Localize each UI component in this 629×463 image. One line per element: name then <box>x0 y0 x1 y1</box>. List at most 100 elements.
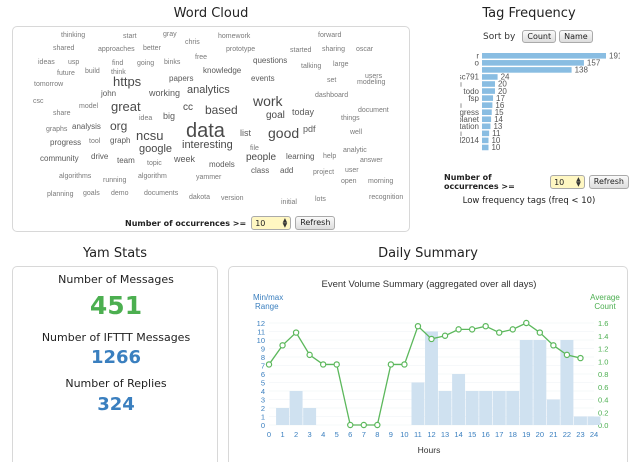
word-cloud-word[interactable]: data <box>186 121 225 141</box>
tag-name[interactable]: kdd2014 <box>460 136 480 145</box>
word-cloud-word[interactable]: org <box>110 120 127 132</box>
word-cloud-word[interactable]: morning <box>368 178 393 185</box>
word-cloud-word[interactable]: lots <box>315 196 326 203</box>
word-cloud-word[interactable]: open <box>341 178 357 185</box>
average-count-point[interactable] <box>523 319 530 327</box>
word-cloud-word[interactable]: people <box>246 153 276 163</box>
word-cloud-word[interactable]: algorithms <box>59 173 91 180</box>
average-count-point[interactable] <box>577 354 584 362</box>
word-cloud-word[interactable]: initial <box>281 199 297 206</box>
tag-bar[interactable] <box>482 88 495 94</box>
tag-bar[interactable] <box>482 81 495 87</box>
word-cloud-word[interactable]: progress <box>50 139 81 147</box>
word-cloud-word[interactable]: add <box>280 167 293 175</box>
word-cloud-word[interactable]: modeling <box>357 79 385 86</box>
word-cloud-word[interactable]: model <box>79 103 98 110</box>
wc-refresh-button[interactable]: Refresh <box>295 216 336 230</box>
word-cloud-word[interactable]: find <box>112 60 123 67</box>
tag-bar[interactable] <box>482 144 489 151</box>
average-count-point[interactable] <box>496 329 503 336</box>
word-cloud-word[interactable]: future <box>57 70 75 77</box>
word-cloud-word[interactable]: build <box>85 68 100 75</box>
tag-bar[interactable] <box>482 95 494 101</box>
word-cloud-word[interactable]: pdf <box>303 125 316 134</box>
word-cloud-word[interactable]: started <box>290 47 311 54</box>
average-count-point[interactable] <box>455 326 462 333</box>
average-count-point[interactable] <box>279 342 286 349</box>
word-cloud-word[interactable]: csc <box>33 98 44 105</box>
tag-name[interactable]: csc791 <box>460 73 480 82</box>
word-cloud-word[interactable]: list <box>240 129 251 138</box>
spin-down-icon[interactable]: ▼ <box>283 223 288 229</box>
average-count-point[interactable] <box>414 322 422 330</box>
word-cloud-word[interactable]: version <box>221 195 244 202</box>
word-cloud-word[interactable]: dakota <box>189 194 210 201</box>
sort-name-button[interactable]: Name <box>559 30 593 43</box>
average-count-point[interactable] <box>347 421 354 429</box>
average-count-point[interactable] <box>360 421 367 429</box>
word-cloud-word[interactable]: recognition <box>369 194 403 201</box>
word-cloud-word[interactable]: set <box>327 77 336 84</box>
word-cloud-word[interactable]: drive <box>91 153 108 161</box>
tag-bar[interactable] <box>482 116 492 123</box>
word-cloud-word[interactable]: google <box>139 144 172 155</box>
tag-name[interactable]: instrumentation <box>460 122 479 131</box>
word-cloud-word[interactable]: questions <box>253 57 287 65</box>
word-cloud-word[interactable]: big <box>163 112 175 121</box>
word-cloud-word[interactable]: better <box>143 45 161 52</box>
tag-bar[interactable] <box>482 123 491 130</box>
word-cloud-word[interactable]: free <box>195 54 207 61</box>
word-cloud-word[interactable]: topic <box>147 160 162 167</box>
word-cloud-word[interactable]: algorithm <box>138 173 167 180</box>
word-cloud-word[interactable]: file <box>250 145 259 152</box>
word-cloud-word[interactable]: user <box>345 167 359 174</box>
word-cloud-word[interactable]: working <box>149 89 180 98</box>
average-count-point[interactable] <box>428 335 435 343</box>
average-count-point[interactable] <box>333 361 340 368</box>
word-cloud-word[interactable]: usp <box>68 59 79 66</box>
average-count-point[interactable] <box>563 351 571 359</box>
word-cloud-word[interactable]: start <box>123 33 137 40</box>
word-cloud-word[interactable]: knowledge <box>203 67 241 75</box>
word-cloud-word[interactable]: going <box>137 60 154 67</box>
word-cloud-word[interactable]: project <box>313 169 334 176</box>
word-cloud-word[interactable]: help <box>323 153 336 160</box>
sort-count-button[interactable]: Count <box>522 30 557 43</box>
wc-occurrences-spinner[interactable]: 10 ▲ ▼ <box>251 216 292 230</box>
word-cloud-word[interactable]: events <box>251 75 275 83</box>
word-cloud-word[interactable]: homework <box>218 33 250 40</box>
word-cloud-word[interactable]: prototype <box>226 46 255 53</box>
word-cloud-word[interactable]: https <box>113 75 141 88</box>
tag-occurrences-spinner[interactable]: 10 ▲ ▼ <box>550 175 585 189</box>
average-count-point[interactable] <box>468 326 476 333</box>
average-count-point[interactable] <box>374 421 381 429</box>
word-cloud-word[interactable]: tomorrow <box>34 81 63 88</box>
average-count-point[interactable] <box>482 322 489 330</box>
tag-bar[interactable] <box>482 60 584 66</box>
word-cloud-word[interactable]: great <box>111 100 141 113</box>
word-cloud-word[interactable]: team <box>117 157 135 165</box>
word-cloud-word[interactable]: large <box>333 61 349 68</box>
word-cloud-word[interactable]: gray <box>163 31 177 38</box>
word-cloud-word[interactable]: learning <box>286 153 314 161</box>
word-cloud-word[interactable]: running <box>103 177 126 184</box>
word-cloud-word[interactable]: analytics <box>187 85 230 96</box>
average-count-point[interactable] <box>401 361 408 368</box>
word-cloud-word[interactable]: models <box>209 161 235 169</box>
word-cloud-word[interactable]: dashboard <box>315 92 348 99</box>
word-cloud-word[interactable]: analysis <box>72 123 101 131</box>
word-cloud-word[interactable]: binks <box>164 59 180 66</box>
word-cloud-word[interactable]: good <box>268 126 299 140</box>
tag-name[interactable]: o <box>475 59 480 68</box>
word-cloud-word[interactable]: yammer <box>196 174 221 181</box>
word-cloud-word[interactable]: john <box>101 90 116 98</box>
word-cloud-word[interactable]: thinking <box>61 32 85 39</box>
word-cloud-word[interactable]: document <box>358 107 389 114</box>
word-cloud-word[interactable]: chris <box>185 39 200 46</box>
average-count-point[interactable] <box>441 332 449 339</box>
word-cloud-word[interactable]: documents <box>144 190 178 197</box>
word-cloud-word[interactable]: sharing <box>322 46 345 53</box>
word-cloud-word[interactable]: work <box>253 94 283 108</box>
average-count-point[interactable] <box>319 361 327 368</box>
word-cloud-word[interactable]: planning <box>47 191 73 198</box>
